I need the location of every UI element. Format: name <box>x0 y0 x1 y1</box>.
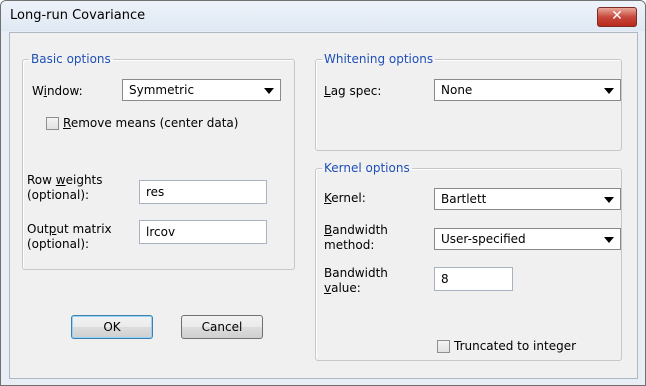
chevron-down-icon <box>604 237 614 243</box>
bandwidth-value-input[interactable] <box>434 267 513 291</box>
remove-means-checkbox[interactable] <box>46 117 59 130</box>
remove-means-label[interactable]: Remove means (center data) <box>63 116 238 131</box>
truncated-label[interactable]: Truncated to integer <box>454 339 576 354</box>
title-bar[interactable]: Long-run Covariance ✕ <box>1 1 645 31</box>
chevron-down-icon <box>604 197 614 203</box>
lag-spec-label: Lag spec: <box>324 84 382 98</box>
whitening-options-legend: Whitening options <box>324 52 434 66</box>
window-select[interactable]: Symmetric <box>122 79 281 101</box>
bandwidth-value-label: Bandwidth value: <box>324 266 388 295</box>
row-weights-input[interactable] <box>139 180 267 204</box>
kernel-select[interactable]: Bartlett <box>434 188 621 210</box>
whitening-options-group: Whitening options <box>315 52 622 151</box>
lag-spec-select[interactable]: None <box>434 79 621 101</box>
bandwidth-method-select[interactable]: User-specified <box>434 228 621 250</box>
output-matrix-input[interactable] <box>139 220 267 244</box>
lag-spec-select-value: None <box>441 83 473 97</box>
kernel-select-value: Bartlett <box>441 192 487 206</box>
window-label: Window: <box>32 84 83 98</box>
dialog-client-area: Basic options Window: Symmetric Remove m… <box>9 32 638 379</box>
close-button[interactable]: ✕ <box>597 7 637 27</box>
output-matrix-label: Output matrix (optional): <box>27 222 112 251</box>
kernel-label: Kernel: <box>324 191 366 205</box>
row-weights-label: Row weights (optional): <box>27 173 103 202</box>
dialog-window: Long-run Covariance ✕ Basic options Wind… <box>0 0 646 386</box>
chevron-down-icon <box>604 88 614 94</box>
cancel-button[interactable]: Cancel <box>181 315 263 339</box>
bandwidth-method-select-value: User-specified <box>441 232 526 246</box>
basic-options-legend: Basic options <box>31 52 111 66</box>
kernel-options-legend: Kernel options <box>324 161 410 175</box>
window-select-value: Symmetric <box>129 83 195 97</box>
truncated-checkbox[interactable] <box>437 340 450 353</box>
chevron-down-icon <box>264 88 274 94</box>
window-title: Long-run Covariance <box>10 8 146 23</box>
close-icon: ✕ <box>611 8 623 24</box>
ok-button[interactable]: OK <box>71 315 153 339</box>
bandwidth-method-label: Bandwidth method: <box>324 223 388 252</box>
